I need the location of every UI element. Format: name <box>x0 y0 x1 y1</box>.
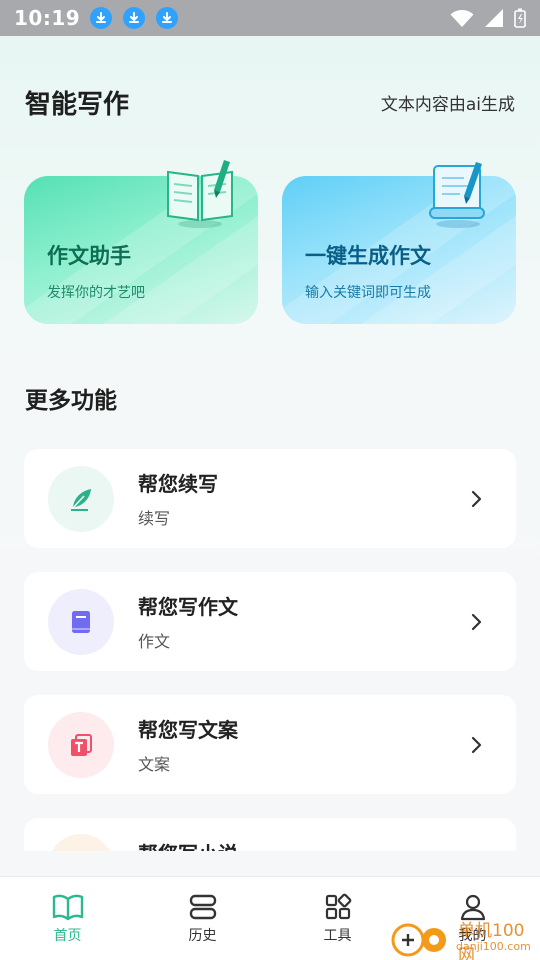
signal-icon <box>485 9 503 27</box>
nav-tools[interactable]: 工具 <box>270 877 405 960</box>
download-icon <box>123 7 146 29</box>
section-title: 更多功能 <box>25 388 117 414</box>
nav-history[interactable]: 历史 <box>135 877 270 960</box>
list-item-continue-writing[interactable]: 帮您续写 续写 <box>24 449 516 548</box>
grid-icon <box>325 893 351 920</box>
nav-label: 首页 <box>53 928 82 944</box>
item-title: 帮您续写 <box>138 472 218 496</box>
page-header: 智能写作 文本内容由ai生成 <box>25 82 515 122</box>
item-title: 帮您写小说 <box>138 838 238 851</box>
nav-home[interactable]: 首页 <box>0 877 135 960</box>
item-title: 帮您写文案 <box>138 718 238 742</box>
download-icon <box>156 7 179 29</box>
item-title: 帮您写作文 <box>138 595 238 619</box>
download-icon <box>90 7 113 29</box>
chevron-right-icon <box>471 736 482 753</box>
list-item-write-essay[interactable]: 帮您写作文 作文 <box>24 572 516 671</box>
chevron-right-icon <box>471 490 482 507</box>
book-icon <box>48 588 114 655</box>
ai-notice: 文本内容由ai生成 <box>380 94 515 115</box>
history-icon <box>189 894 216 920</box>
text-copy-icon <box>48 711 114 778</box>
nav-label: 历史 <box>188 928 217 944</box>
list-item-write-novel[interactable]: 帮您写小说 <box>24 818 516 851</box>
card-subtitle: 发挥你的才艺吧 <box>47 285 145 301</box>
card-title: 作文助手 <box>47 244 131 268</box>
status-right-icons <box>450 8 526 28</box>
one-click-essay-card[interactable]: 一键生成作文 输入关键词即可生成 <box>282 162 516 324</box>
status-time: 10:19 <box>14 6 81 30</box>
page-title: 智能写作 <box>25 89 130 120</box>
nav-label: 工具 <box>323 928 352 944</box>
status-bar: 10:19 <box>0 0 540 36</box>
wifi-icon <box>450 10 474 27</box>
card-title: 一键生成作文 <box>305 244 431 268</box>
chevron-right-icon <box>471 613 482 630</box>
book-open-icon <box>52 894 83 921</box>
feather-icon <box>48 465 114 532</box>
item-subtitle: 续写 <box>138 509 171 528</box>
novel-icon <box>48 834 114 851</box>
essay-assistant-card[interactable]: 作文助手 发挥你的才艺吧 <box>24 160 258 324</box>
watermark-url: danji100.com <box>456 940 531 953</box>
watermark-text: 单机100网 <box>458 921 525 960</box>
scroll-pen-icon <box>429 162 485 228</box>
card-subtitle: 输入关键词即可生成 <box>305 285 431 301</box>
item-subtitle: 文案 <box>138 755 171 774</box>
item-subtitle: 作文 <box>138 632 171 651</box>
feature-list: 帮您续写 续写 帮您写作文 作文 帮您写文案 文案 <box>24 449 516 851</box>
list-item-write-copy[interactable]: 帮您写文案 文案 <box>24 695 516 794</box>
open-book-pen-icon <box>167 160 233 228</box>
battery-icon <box>514 8 526 28</box>
